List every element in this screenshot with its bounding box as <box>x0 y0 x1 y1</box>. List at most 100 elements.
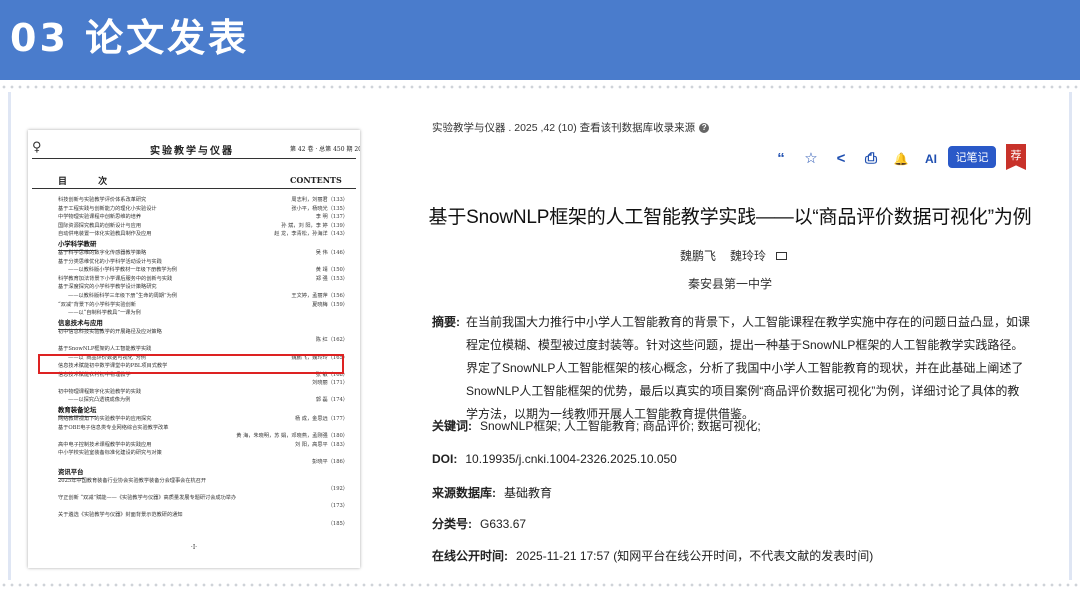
entry-authors-page: （185） <box>327 520 348 527</box>
dotted-divider-top <box>0 84 1080 90</box>
entry-authors-page: 周志利，刘丽君（133） <box>291 197 348 203</box>
entry-title: ——以探究凸透镜成像为例 <box>68 397 131 404</box>
entry-authors-page: 夏晓梅（159） <box>312 301 348 308</box>
classification-field: 分类号: G633.67 <box>432 515 526 532</box>
entry-title: 基于分类思维优化的小学科学活动设计与实践 <box>58 258 162 265</box>
entry-authors-page: 郑 强（153） <box>315 275 348 282</box>
doi-label: DOI: <box>432 452 458 466</box>
issue-info: 第 42 卷 · 总第 450 期 2025 年 10 月 <box>290 146 360 153</box>
print-icon[interactable]: ⎙ <box>860 148 882 170</box>
article-record: 实验教学与仪器 . 2025 ,42 (10) 查看该刊数据库收录来源? “ ☆… <box>418 112 1042 568</box>
contents-entry: 中学物理实验课程中创新思维的培养 李 明（137） <box>58 213 350 222</box>
entry-authors-page: 孙 斌，刘 阳，李 婷（139） <box>281 222 348 229</box>
entry-authors-page: （173） <box>327 503 348 510</box>
entry-title: 初中信息科技实验教学的开展路径及应对策略 <box>58 328 162 335</box>
recommend-badge[interactable]: 荐 <box>1006 144 1026 170</box>
online-date-label: 在线公开时间: <box>432 549 508 563</box>
entry-authors-page: 李 明（137） <box>315 214 348 221</box>
contents-entry: 基于深度探究的小学科学教学设计策略研究 <box>58 283 350 292</box>
entry-authors-page: 张小平，杨晓光（135） <box>291 205 348 212</box>
doi-field: DOI: 10.19935/j.cnki.1004-2326.2025.10.05… <box>432 452 677 466</box>
contents-rule <box>32 188 356 189</box>
ai-assistant-icon[interactable]: AI <box>920 148 942 170</box>
entry-title: ——以教科版科学三年级下册“生命的周期”为例 <box>68 292 178 299</box>
entry-authors-page: 郭 磊（174） <box>315 397 348 404</box>
author-organization[interactable]: 秦安县第一中学 <box>418 275 1042 292</box>
database-label: 来源数据库: <box>432 486 496 500</box>
author-link[interactable]: 魏玲玲 <box>730 249 766 263</box>
entry-authors-page: 赵 龙，李青松，孙海洋（143） <box>274 231 348 238</box>
entry-title: 基于科学思维的数字化传感器教学策略 <box>58 249 147 256</box>
contents-entry: “双减”背景下的小学科学实验创新 夏晓梅（159） <box>58 301 350 310</box>
share-icon[interactable]: < <box>830 148 852 170</box>
source-text[interactable]: 实验教学与仪器 . 2025 ,42 (10) 查看该刊数据库收录来源 <box>432 122 695 134</box>
entry-title: 国际资源探究教具的创新设计与应用 <box>58 222 142 229</box>
keywords-label: 关键词: <box>432 419 472 433</box>
entry-title: 科学教育加法背景下小学课后服务中的创新与实践 <box>58 275 173 282</box>
favorite-icon[interactable]: ☆ <box>800 148 822 170</box>
contents-section-heading: 教育装备论坛 <box>58 405 350 418</box>
entry-title: 关于遴选《实验教学与仪器》封面背景示范教研的通知 <box>58 512 183 518</box>
header-rule <box>32 158 356 159</box>
entry-title: 2025年中国教育装备行业协会实验教学装备分会理事会在杭召开 <box>58 477 207 484</box>
contents-entry: 2025年中国教育装备行业协会实验教学装备分会理事会在杭召开 <box>58 477 350 486</box>
entry-title: 守正创新 “双减”赋能——《实验教学与仪器》高质量发展专题研讨会成功举办 <box>58 494 237 501</box>
contents-entry: 基于科学思维的数字化传感器教学策略 吴 伟（146） <box>58 249 350 258</box>
contents-entry: ——以教科版小学科学教材一年级下册教学为例 黄 靖（150） <box>58 266 350 275</box>
keywords-field: 关键词: SnowNLP框架; 人工智能教育; 商品评价; 数据可视化; <box>432 417 761 434</box>
contents-entry: 刘晓丽（171） <box>58 379 350 388</box>
contents-entry: 黄 海，朱晓明，苏 娟，邓晓燕，孟刚强（180） <box>58 432 350 441</box>
online-date-note: (知网平台在线公开时间，不代表文献的发表时间) <box>613 549 874 563</box>
entry-title: 自动供电装置一体化实验教具制作及应用 <box>58 231 152 238</box>
contents-entry: （185） <box>58 520 350 529</box>
take-notes-button[interactable]: 记笔记 <box>948 146 996 168</box>
mail-icon[interactable] <box>776 252 788 260</box>
contents-entry: 基于OBE电子信息类专业网络综合实验教学改革 <box>58 424 350 433</box>
entry-title: ——以教科版小学科学教材一年级下册教学为例 <box>68 267 177 274</box>
entry-title: 基于SnowNLP框架的人工智能教学实践 <box>58 345 152 352</box>
dotted-divider-bottom <box>0 582 1080 588</box>
quote-icon[interactable]: “ <box>770 148 792 170</box>
entry-title: 高中电子控制技术课程教学中的实践应用 <box>58 441 152 448</box>
contents-entry: ——以教科版科学三年级下册“生命的周期”为例 王文婷，孟丽萍（156） <box>58 292 350 301</box>
contents-section-heading: 资讯平台 <box>58 467 350 479</box>
journal-logo-icon: ♀ <box>32 140 42 155</box>
journal-source-line[interactable]: 实验教学与仪器 . 2025 ,42 (10) 查看该刊数据库收录来源? <box>432 120 710 135</box>
keywords-value[interactable]: SnowNLP框架; 人工智能教育; 商品评价; 数据可视化; <box>480 419 761 433</box>
entry-title: 基于深度探究的小学科学教学设计策略研究 <box>58 284 157 291</box>
contents-entry: 初中物理课程数字化实验教学的实践 <box>58 388 350 397</box>
contents-entry: 基于SnowNLP框架的人工智能教学实践 <box>58 345 350 354</box>
entry-authors-page: 吴 伟（146） <box>315 249 348 256</box>
entry-title: 基于工程实践与创新能力的理化小实验设计 <box>58 205 157 212</box>
entry-authors-page: 杨 成，金思远（177） <box>294 416 348 423</box>
entry-authors-page: 彭晓平（186） <box>312 459 348 466</box>
journal-header: ♀ 实验教学与仪器 第 42 卷 · 总第 450 期 2025 年 10 月 <box>32 140 360 157</box>
article-authors: 魏鹏飞 魏玲玲 <box>418 247 1042 264</box>
entry-title: 网络教研视角下的实验教学中的应用探究 <box>58 416 152 423</box>
abstract: 摘要: 在当前我国大力推行中小学人工智能教育的背景下，人工智能课程在教学实施中存… <box>432 311 1030 426</box>
online-date-field: 在线公开时间: 2025-11-21 17:57 (知网平台在线公开时间，不代表文… <box>432 547 873 564</box>
contents-section-heading: 小学科学教研 <box>58 239 350 251</box>
help-circle-icon[interactable]: ? <box>699 123 710 133</box>
contents-entry: 初中信息科技实验教学的开展路径及应对策略 <box>58 328 350 337</box>
entry-title: 基于OBE电子信息类专业网络综合实验教学改革 <box>58 424 169 431</box>
database-value: 基础教育 <box>504 486 553 500</box>
entry-authors-page: 黄 靖（150） <box>315 267 348 274</box>
contents-section-heading: 信息技术与应用 <box>58 318 350 330</box>
contents-entry: 国际资源探究教具的创新设计与应用 孙 斌，刘 阳，李 婷（139） <box>58 222 350 231</box>
contents-entry: 彭晓平（186） <box>58 458 350 467</box>
contents-entry: （173） <box>58 502 350 511</box>
entry-title: 中小学校实验室装备标准化建设的研究与对策 <box>58 450 162 457</box>
contents-entry: 陈 红（162） <box>58 336 350 345</box>
entry-authors-page: 黄 海，朱晓明，苏 娟，邓晓燕，孟刚强（180） <box>236 433 348 440</box>
contents-title-en: CONTENTS <box>290 175 342 185</box>
doi-value: 10.19935/j.cnki.1004-2326.2025.10.050 <box>465 452 677 466</box>
notification-bell-icon[interactable]: 🔔 <box>890 148 912 170</box>
entry-authors-page: 王文婷，孟丽萍（156） <box>291 292 348 299</box>
online-date-value: 2025-11-21 17:57 <box>516 549 610 563</box>
abstract-label: 摘要: <box>432 315 460 329</box>
contents-entry: 高中电子控制技术课程教学中的实践应用 刘 阳，高思平（183） <box>58 441 350 450</box>
author-link[interactable]: 魏鹏飞 <box>680 249 716 263</box>
entry-title: 初中物理课程数字化实验教学的实践 <box>58 388 142 395</box>
entry-title: 科技创新与实验教学评价体系改革研究 <box>58 197 147 203</box>
